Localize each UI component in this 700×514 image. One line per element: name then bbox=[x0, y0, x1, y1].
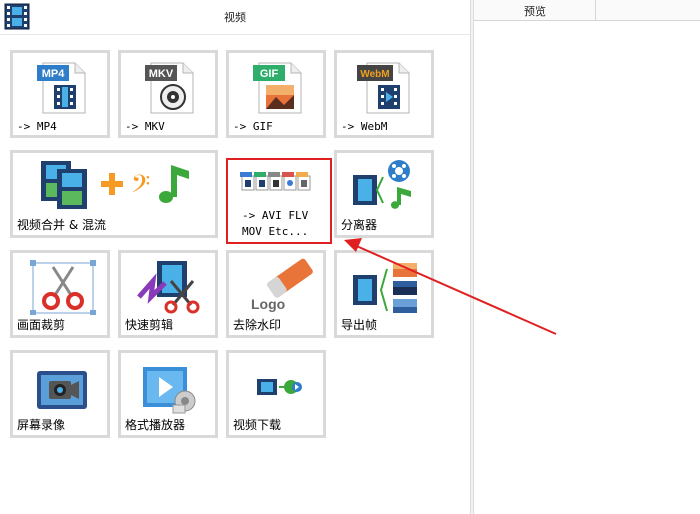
tile-caption: 快速剪辑 bbox=[125, 318, 174, 332]
crop-tile[interactable]: 画面裁剪 bbox=[10, 250, 110, 338]
video-download-icon bbox=[257, 379, 302, 395]
tile-caption: -> WebM bbox=[341, 120, 388, 133]
video-download-tile[interactable]: 视频下载 bbox=[226, 350, 326, 438]
tile-caption-line2: MOV Etc... bbox=[242, 225, 309, 238]
tile-caption: 分离器 bbox=[341, 218, 378, 232]
format-player-tile[interactable]: 格式播放器 bbox=[118, 350, 218, 438]
tile-caption-line1: -> AVI FLV bbox=[242, 209, 309, 222]
tile-caption: 画面裁剪 bbox=[17, 318, 66, 332]
player-icon bbox=[143, 367, 196, 414]
quick-cut-icon bbox=[137, 261, 200, 314]
svg-text:MP4: MP4 bbox=[42, 68, 66, 80]
tile-caption: 格式播放器 bbox=[125, 418, 186, 432]
screen-record-tile[interactable]: 屏幕录像 bbox=[10, 350, 110, 438]
panel-header: 视频 bbox=[0, 0, 470, 35]
mp4-file-icon: MP4 bbox=[37, 62, 86, 114]
convert-to-mp4-tile[interactable]: MP4 -> MP4 bbox=[10, 50, 110, 138]
convert-to-gif-tile[interactable]: GIF -> GIF bbox=[226, 50, 326, 138]
tile-caption: 视频下载 bbox=[233, 418, 282, 432]
remove-watermark-tile[interactable]: Logo 去除水印 bbox=[226, 250, 326, 338]
preview-header: 预览 bbox=[474, 0, 700, 21]
merge-and-mux-tile[interactable]: 𝄢 视频合并 & 混流 bbox=[10, 150, 218, 238]
preview-title: 预览 bbox=[524, 5, 546, 18]
multi-format-icons bbox=[240, 172, 311, 191]
webm-file-icon: WebM bbox=[357, 62, 410, 114]
convert-to-webm-tile[interactable]: WebM -> WebM bbox=[334, 50, 434, 138]
screen-record-icon bbox=[37, 371, 87, 409]
tile-caption: 视频合并 & 混流 bbox=[17, 218, 106, 232]
convert-to-other-formats-tile[interactable]: -> AVI FLV MOV Etc... bbox=[226, 158, 332, 244]
svg-text:GIF: GIF bbox=[260, 68, 279, 80]
splitter-tile[interactable]: 分离器 bbox=[334, 150, 434, 238]
svg-text:Logo: Logo bbox=[251, 296, 285, 312]
tile-caption: 屏幕录像 bbox=[17, 418, 66, 432]
mkv-file-icon: MKV bbox=[145, 62, 194, 114]
svg-text:𝄢: 𝄢 bbox=[131, 170, 150, 205]
splitter-icon bbox=[353, 160, 411, 209]
crop-scissors-icon bbox=[30, 260, 96, 315]
convert-to-mkv-tile[interactable]: MKV -> MKV bbox=[118, 50, 218, 138]
tile-caption: -> MP4 bbox=[17, 120, 57, 133]
panel-title: 视频 bbox=[224, 11, 246, 24]
export-frames-icon bbox=[353, 263, 417, 313]
tile-caption: -> MKV bbox=[125, 120, 165, 133]
preview-panel: 预览 bbox=[474, 0, 700, 514]
quick-cut-tile[interactable]: 快速剪辑 bbox=[118, 250, 218, 338]
svg-text:WebM: WebM bbox=[360, 69, 389, 80]
merge-video-audio-icon: 𝄢 bbox=[41, 161, 189, 209]
tile-caption: -> GIF bbox=[233, 120, 273, 133]
tools-panel: 视频 MP4 -> MP4 MKV -> MKV GIF -> GIF WebM… bbox=[0, 0, 470, 514]
export-frames-tile[interactable]: 导出帧 bbox=[334, 250, 434, 338]
tile-caption: 导出帧 bbox=[341, 318, 378, 332]
svg-text:MKV: MKV bbox=[149, 68, 174, 80]
tile-caption: 去除水印 bbox=[233, 318, 282, 332]
header-separator bbox=[595, 0, 596, 20]
gif-file-icon: GIF bbox=[253, 62, 302, 114]
eraser-icon: Logo bbox=[251, 258, 313, 312]
